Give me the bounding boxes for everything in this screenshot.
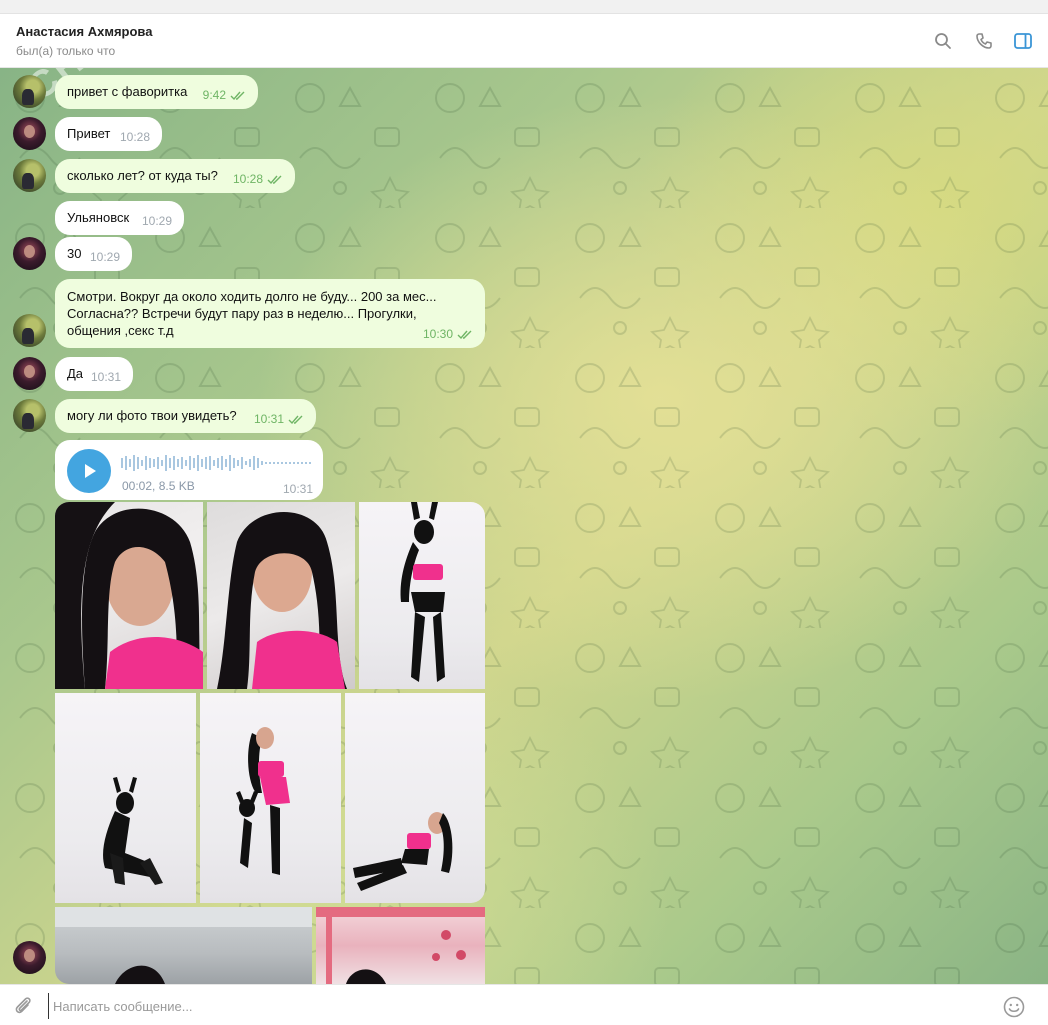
message-time: 10:31 — [282, 482, 313, 496]
message-time: 10:28 — [119, 130, 150, 144]
window-top-strip — [0, 0, 1048, 14]
play-icon[interactable] — [67, 449, 111, 493]
sender-avatar[interactable] — [13, 399, 46, 432]
message-text: Ульяновск — [67, 210, 130, 225]
message-bubble-incoming[interactable]: Ульяновск 10:29 — [55, 201, 184, 235]
message-text: Да — [67, 366, 84, 381]
contact-avatar[interactable] — [13, 237, 46, 270]
chat-header: Анастасия Ахмярова был(а) только что — [0, 14, 1048, 68]
contact-avatar[interactable] — [13, 357, 46, 390]
message-bubble-outgoing[interactable]: сколько лет? от куда ты? 10:28 — [55, 159, 295, 193]
photo-thumbnail[interactable] — [207, 502, 355, 689]
photo-thumbnail[interactable] — [55, 502, 203, 689]
photo-thumbnail[interactable] — [345, 693, 485, 903]
message-bubble-outgoing[interactable]: могу ли фото твои увидеть? 10:31 — [55, 399, 316, 433]
message-text-line: общения ,секс т.д — [67, 323, 174, 338]
message-text: 30 — [67, 246, 82, 261]
photo-thumbnail[interactable] — [200, 693, 341, 903]
message-time: 10:29 — [141, 214, 172, 228]
read-ticks-icon — [288, 415, 303, 424]
photo-thumbnail[interactable] — [316, 907, 485, 984]
read-ticks-icon — [230, 91, 245, 100]
message-text: Привет — [67, 126, 111, 141]
voice-message-bubble[interactable]: 00:02, 8.5 KB 10:31 — [55, 440, 323, 500]
emoji-icon[interactable] — [1002, 995, 1026, 1019]
photo-thumbnail[interactable] — [55, 907, 312, 984]
message-composer — [0, 984, 1048, 1025]
message-input[interactable] — [48, 993, 978, 1019]
message-time: 10:30 — [422, 327, 453, 341]
photo-album — [55, 502, 485, 984]
photo-thumbnail[interactable] — [55, 693, 196, 903]
contact-status: был(а) только что — [16, 44, 116, 58]
sender-avatar[interactable] — [13, 159, 46, 192]
message-bubble-outgoing[interactable]: Смотри. Вокруг да около ходить долго не … — [55, 279, 485, 348]
message-time: 10:28 — [232, 172, 263, 186]
phone-icon[interactable] — [973, 30, 995, 52]
search-icon[interactable] — [932, 30, 954, 52]
paperclip-icon[interactable] — [12, 995, 34, 1017]
message-text: привет с фаворитка — [67, 84, 188, 99]
photo-thumbnail[interactable] — [359, 502, 485, 689]
chat-area[interactable]: CHECK-YOU.ME привет с фаворитка 9:42 При… — [0, 68, 1048, 984]
read-ticks-icon — [457, 330, 472, 339]
message-bubble-incoming[interactable]: Да 10:31 — [55, 357, 133, 391]
sender-avatar[interactable] — [13, 314, 46, 347]
message-text: могу ли фото твои увидеть? — [67, 408, 237, 423]
contact-avatar[interactable] — [13, 117, 46, 150]
contact-name[interactable]: Анастасия Ахмярова — [16, 24, 152, 39]
read-ticks-icon — [267, 175, 282, 184]
sidebar-toggle-icon[interactable] — [1012, 30, 1034, 52]
sender-avatar[interactable] — [13, 75, 46, 108]
message-text-line: Смотри. Вокруг да около ходить долго не … — [67, 289, 437, 304]
message-bubble-incoming[interactable]: Привет 10:28 — [55, 117, 162, 151]
contact-avatar[interactable] — [13, 941, 46, 974]
voice-waveform[interactable] — [121, 454, 315, 472]
message-bubble-outgoing[interactable]: привет с фаворитка 9:42 — [55, 75, 258, 109]
message-time: 10:31 — [253, 412, 284, 426]
message-time: 10:31 — [90, 370, 121, 384]
message-time: 9:42 — [202, 88, 226, 102]
voice-duration-size: 00:02, 8.5 KB — [122, 479, 195, 493]
message-text: сколько лет? от куда ты? — [67, 168, 218, 183]
message-bubble-incoming[interactable]: 30 10:29 — [55, 237, 132, 271]
message-time: 10:29 — [89, 250, 120, 264]
message-text-line: Согласна?? Встречи будут пару раз в неде… — [67, 306, 417, 321]
